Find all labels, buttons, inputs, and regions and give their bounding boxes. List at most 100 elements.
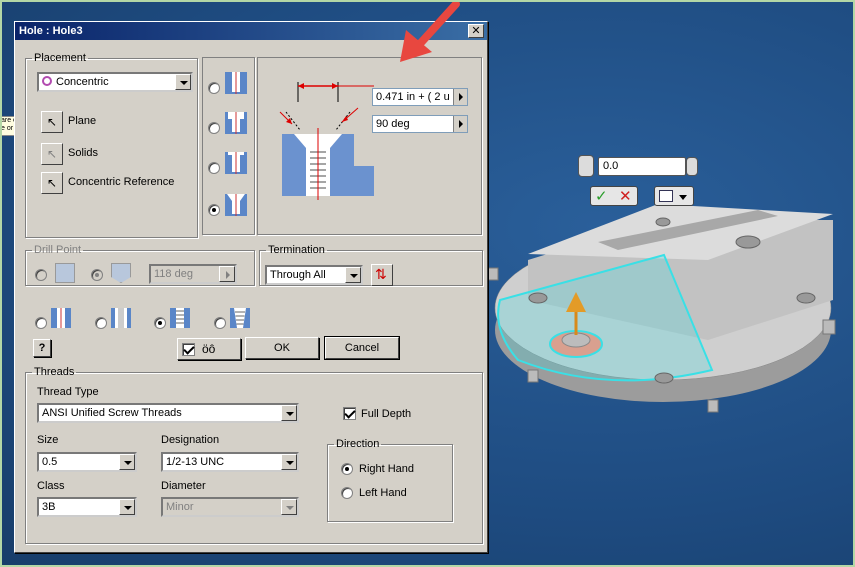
hole-style-clearance-radio[interactable]	[95, 317, 107, 329]
countersink-hole-icon	[225, 194, 247, 216]
hole-style-simple-radio[interactable]	[35, 317, 47, 329]
thread-type-value: ANSI Unified Screw Threads	[42, 407, 182, 419]
hole-dialog: Hole : Hole3 ✕ Placement Concentric ↖ Pl…	[14, 21, 488, 553]
viewport-options-button[interactable]	[654, 186, 694, 206]
hole-2	[655, 217, 671, 227]
countersink-angle-input[interactable]: 90 deg	[372, 115, 468, 133]
viewport-ok-cancel: ✓ ✕	[590, 186, 638, 206]
drill-point-flat-radio[interactable]	[35, 269, 47, 281]
plane-select-button[interactable]: ↖	[41, 111, 63, 133]
chevron-down-icon	[175, 74, 191, 90]
help-label: ?	[38, 342, 46, 354]
designation-combo[interactable]: 1/2-13 UNC	[161, 452, 299, 472]
annotation-arrow	[400, 0, 460, 62]
countersink-section-diagram	[279, 82, 374, 200]
full-depth-label: Full Depth	[361, 408, 412, 420]
hole-1	[735, 235, 761, 249]
preview-toggle-button[interactable]: öô	[177, 338, 241, 360]
tab-front	[707, 399, 719, 413]
drill-point-angle-radio[interactable]	[91, 269, 103, 281]
tab-left	[488, 267, 499, 281]
preview-glasses-icon: öô	[202, 342, 216, 356]
plane-label: Plane	[68, 115, 97, 127]
viewport-value-input[interactable]: 0.0	[598, 157, 686, 176]
help-button[interactable]: ?	[33, 339, 51, 357]
thread-type-label: Thread Type	[37, 386, 99, 398]
designation-value: 1/2-13 UNC	[166, 456, 225, 468]
chevron-down-icon	[281, 405, 297, 421]
dialog-title: Hole : Hole3	[19, 25, 83, 37]
termination-value: Through All	[270, 269, 326, 281]
hole-3	[796, 292, 816, 304]
countersink-angle-value: 90 deg	[376, 118, 410, 130]
spotface-hole-icon	[225, 152, 247, 174]
preview-checkbox[interactable]	[182, 343, 195, 356]
ok-label: OK	[274, 342, 290, 354]
diameter-value: Minor	[166, 501, 194, 513]
termination-legend: Termination	[268, 244, 325, 256]
viewport-value-right-cap[interactable]	[686, 157, 698, 176]
ok-button[interactable]: OK	[245, 337, 319, 359]
concentric-reference-button[interactable]: ↖	[41, 172, 63, 194]
hole-style-tapped-radio[interactable]	[154, 317, 166, 329]
simple-hole-icon	[51, 308, 71, 328]
cancel-button[interactable]: Cancel	[324, 336, 400, 360]
hole-preview-panel: 0.471 in + ( 2 u 90 deg	[257, 57, 482, 235]
close-button[interactable]: ✕	[468, 24, 484, 38]
chevron-right-icon	[219, 266, 235, 282]
clearance-hole-icon	[111, 308, 131, 328]
tapped-hole-icon	[170, 308, 190, 328]
termination-combo[interactable]: Through All	[265, 265, 363, 285]
size-combo[interactable]: 0.5	[37, 452, 137, 472]
chevron-down-icon	[281, 499, 297, 515]
chevron-right-icon	[453, 89, 467, 105]
class-combo[interactable]: 3B	[37, 497, 137, 517]
drilled-hole-icon	[225, 72, 247, 94]
tab-right	[822, 319, 836, 335]
counterbore-hole-icon	[225, 112, 247, 134]
cancel-icon[interactable]: ✕	[619, 187, 632, 205]
hole-5	[654, 372, 674, 384]
placement-combo[interactable]: Concentric	[37, 72, 193, 92]
threads-legend: Threads	[34, 366, 75, 378]
flat-point-icon	[55, 263, 75, 283]
options-list-icon	[659, 190, 673, 202]
countersink-diameter-input[interactable]: 0.471 in + ( 2 u	[372, 88, 468, 106]
diameter-combo[interactable]: Minor	[161, 497, 299, 517]
right-hand-label: Right Hand	[359, 463, 415, 475]
cursor-arrow-icon: ↖	[47, 147, 58, 161]
viewport-value-left-cap[interactable]	[578, 155, 594, 177]
concentric-reference-label: Concentric Reference	[68, 176, 175, 188]
chevron-down-icon	[345, 267, 361, 283]
cancel-label: Cancel	[344, 342, 380, 354]
class-label: Class	[37, 480, 65, 492]
solids-label: Solids	[68, 147, 98, 159]
cursor-arrow-icon: ↖	[47, 115, 58, 129]
solids-select-button[interactable]: ↖	[41, 143, 63, 165]
flip-direction-button[interactable]: ⇅	[371, 264, 393, 286]
chevron-down-icon	[281, 454, 297, 470]
right-hand-radio[interactable]	[341, 463, 353, 475]
drill-point-angle-value: 118 deg	[154, 268, 193, 280]
designation-label: Designation	[161, 434, 220, 446]
class-value: 3B	[42, 501, 56, 513]
chevron-right-icon	[453, 116, 467, 132]
hole-type-counterbore-radio[interactable]	[208, 122, 220, 134]
placement-mode: Concentric	[56, 76, 109, 88]
concentric-icon	[42, 76, 52, 86]
check-icon[interactable]: ✓	[595, 187, 608, 205]
thread-type-combo[interactable]: ANSI Unified Screw Threads	[37, 403, 299, 423]
direction-legend: Direction	[336, 438, 380, 450]
hole-4	[528, 292, 548, 304]
hole-type-spotface-radio[interactable]	[208, 162, 220, 174]
hole-type-countersink-radio[interactable]	[208, 204, 220, 216]
size-value: 0.5	[42, 456, 58, 468]
part-model[interactable]	[488, 180, 855, 420]
full-depth-checkbox[interactable]	[343, 407, 356, 420]
left-hand-radio[interactable]	[341, 487, 353, 499]
size-label: Size	[37, 434, 59, 446]
drill-point-angle-input[interactable]: 118 deg	[149, 264, 237, 284]
placement-legend: Placement	[34, 52, 86, 64]
hole-style-taper-tapped-radio[interactable]	[214, 317, 226, 329]
hole-type-drilled-radio[interactable]	[208, 82, 220, 94]
